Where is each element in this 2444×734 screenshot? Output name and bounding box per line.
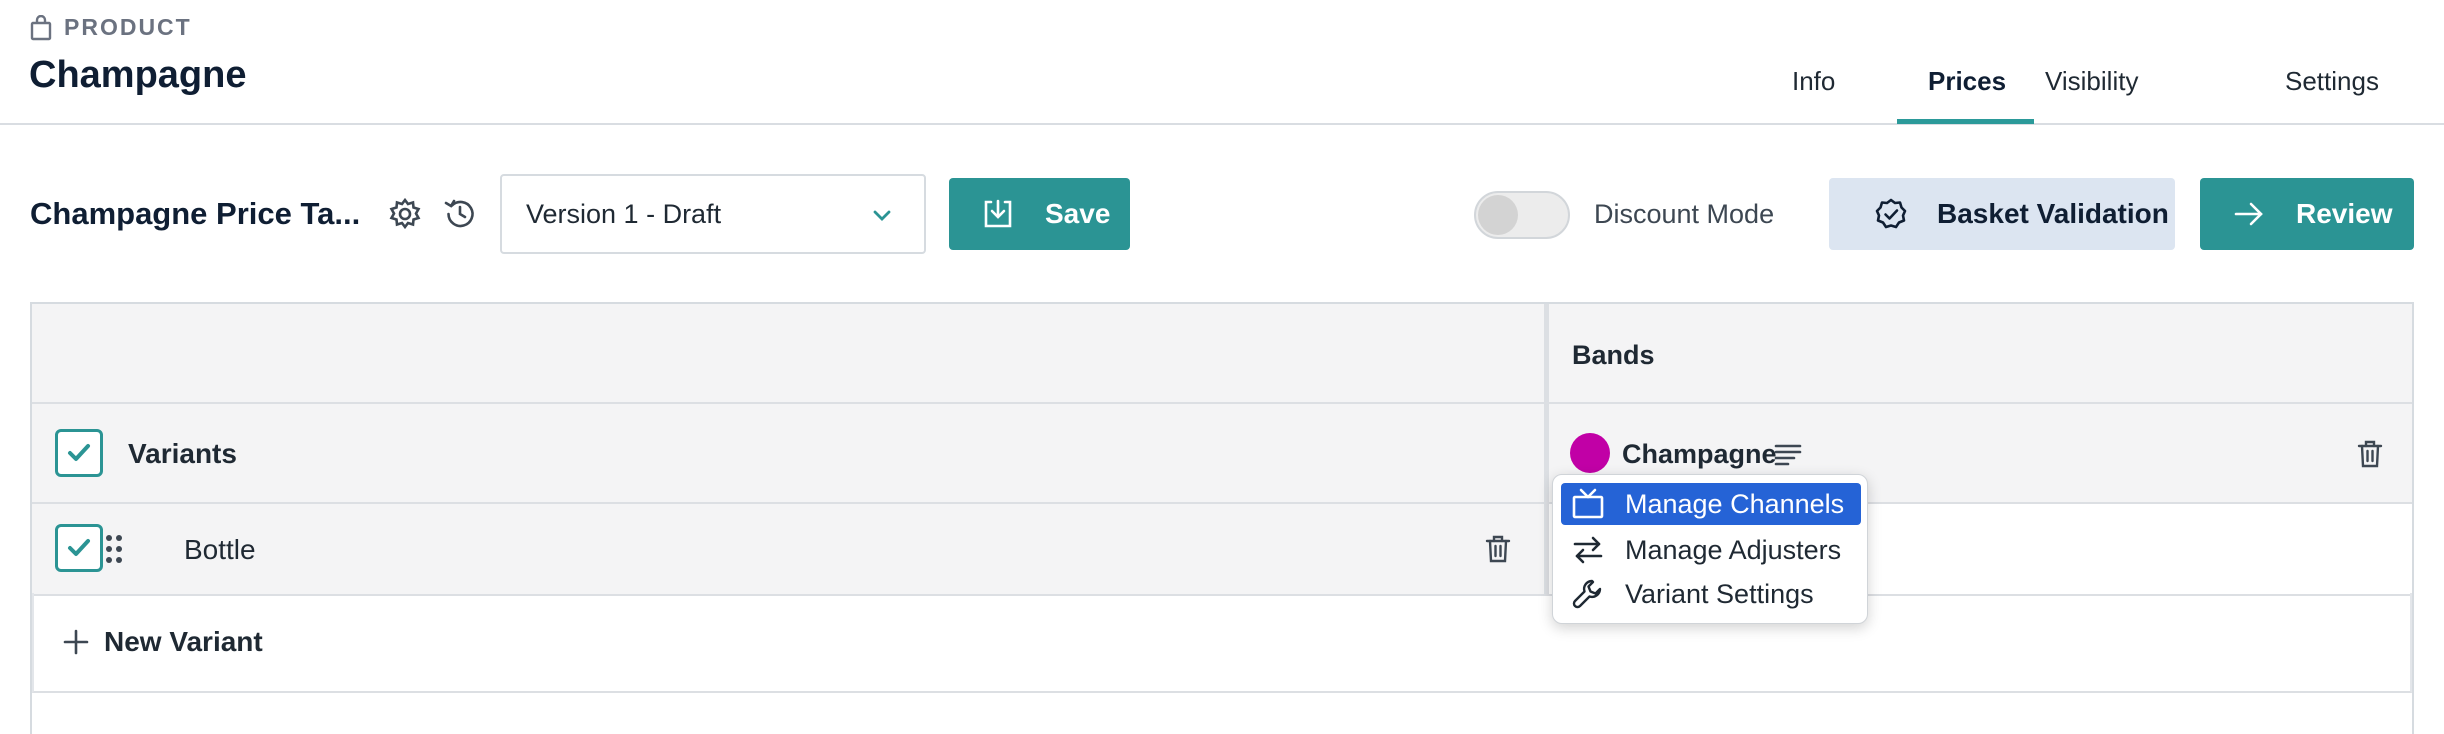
save-button[interactable]: Save [949,178,1130,250]
price-table-title: Champagne Price Ta... [30,196,361,231]
discount-mode-toggle[interactable] [1474,191,1570,239]
variants-header-row [32,404,2412,504]
delete-band-icon[interactable] [2356,439,2384,469]
column-divider [1544,304,1549,596]
band-menu-icon[interactable] [1774,442,1802,466]
menu-item-label: Manage Channels [1625,488,1845,519]
discount-mode-label: Discount Mode [1594,199,1775,229]
page-title: Champagne [29,54,247,96]
menu-item-label: Manage Adjusters [1625,534,1842,565]
basket-validation-button[interactable]: Basket Validation [1829,178,2175,250]
new-variant-button[interactable]: New Variant [32,593,2412,693]
drag-handle-icon[interactable] [104,534,124,564]
tv-icon [1572,488,1604,519]
swap-arrows-icon [1573,536,1603,564]
toggle-knob [1478,195,1518,235]
history-button[interactable] [438,192,482,236]
arrow-right-icon [2234,202,2263,226]
menu-item-variant-settings[interactable]: Variant Settings [1561,573,1861,615]
page-header: PRODUCT Champagne Info Prices Visibility… [0,0,2444,125]
save-button-label: Save [1045,198,1111,229]
band-name: Champagne [1622,439,1777,469]
variant-name: Bottle [184,534,256,565]
row-checkbox[interactable] [55,524,103,572]
table-row [32,504,1544,596]
plus-icon [63,629,89,655]
bands-header: Bands [1572,340,1655,370]
shopping-bag-icon [30,14,52,40]
history-icon [444,199,474,228]
settings-button[interactable] [383,192,427,236]
band-context-menu: Manage Channels Manage Adjusters Variant… [1552,474,1868,624]
tab-visibility[interactable]: Visibility [2045,66,2138,97]
menu-item-manage-channels[interactable]: Manage Channels [1561,483,1861,525]
band-color-swatch [1570,433,1610,473]
new-variant-label: New Variant [104,626,263,657]
version-select[interactable]: Version 1 - Draft [500,174,926,254]
save-icon [984,199,1012,228]
tab-settings[interactable]: Settings [2285,66,2379,97]
review-button[interactable]: Review [2200,178,2414,250]
version-select-value: Version 1 - Draft [526,198,722,229]
breadcrumb: PRODUCT [30,14,192,41]
chevron-down-icon [873,210,891,221]
tab-info[interactable]: Info [1792,66,1835,97]
active-tab-indicator [1897,119,2034,124]
checkmark-icon [68,539,90,556]
gear-icon [389,197,421,230]
menu-item-label: Variant Settings [1625,578,1814,609]
variants-select-all-checkbox[interactable] [55,429,103,477]
checkmark-icon [68,444,90,461]
variants-header-label: Variants [128,438,237,469]
menu-item-manage-adjusters[interactable]: Manage Adjusters [1561,529,1861,571]
badge-check-icon [1875,198,1907,229]
delete-variant-icon[interactable] [1484,534,1512,564]
breadcrumb-label: PRODUCT [64,14,192,40]
wrench-icon [1572,579,1602,609]
review-button-label: Review [2296,198,2393,229]
tab-prices[interactable]: Prices [1928,66,2006,97]
table-header-row [32,304,2412,404]
basket-validation-label: Basket Validation [1937,198,2169,229]
